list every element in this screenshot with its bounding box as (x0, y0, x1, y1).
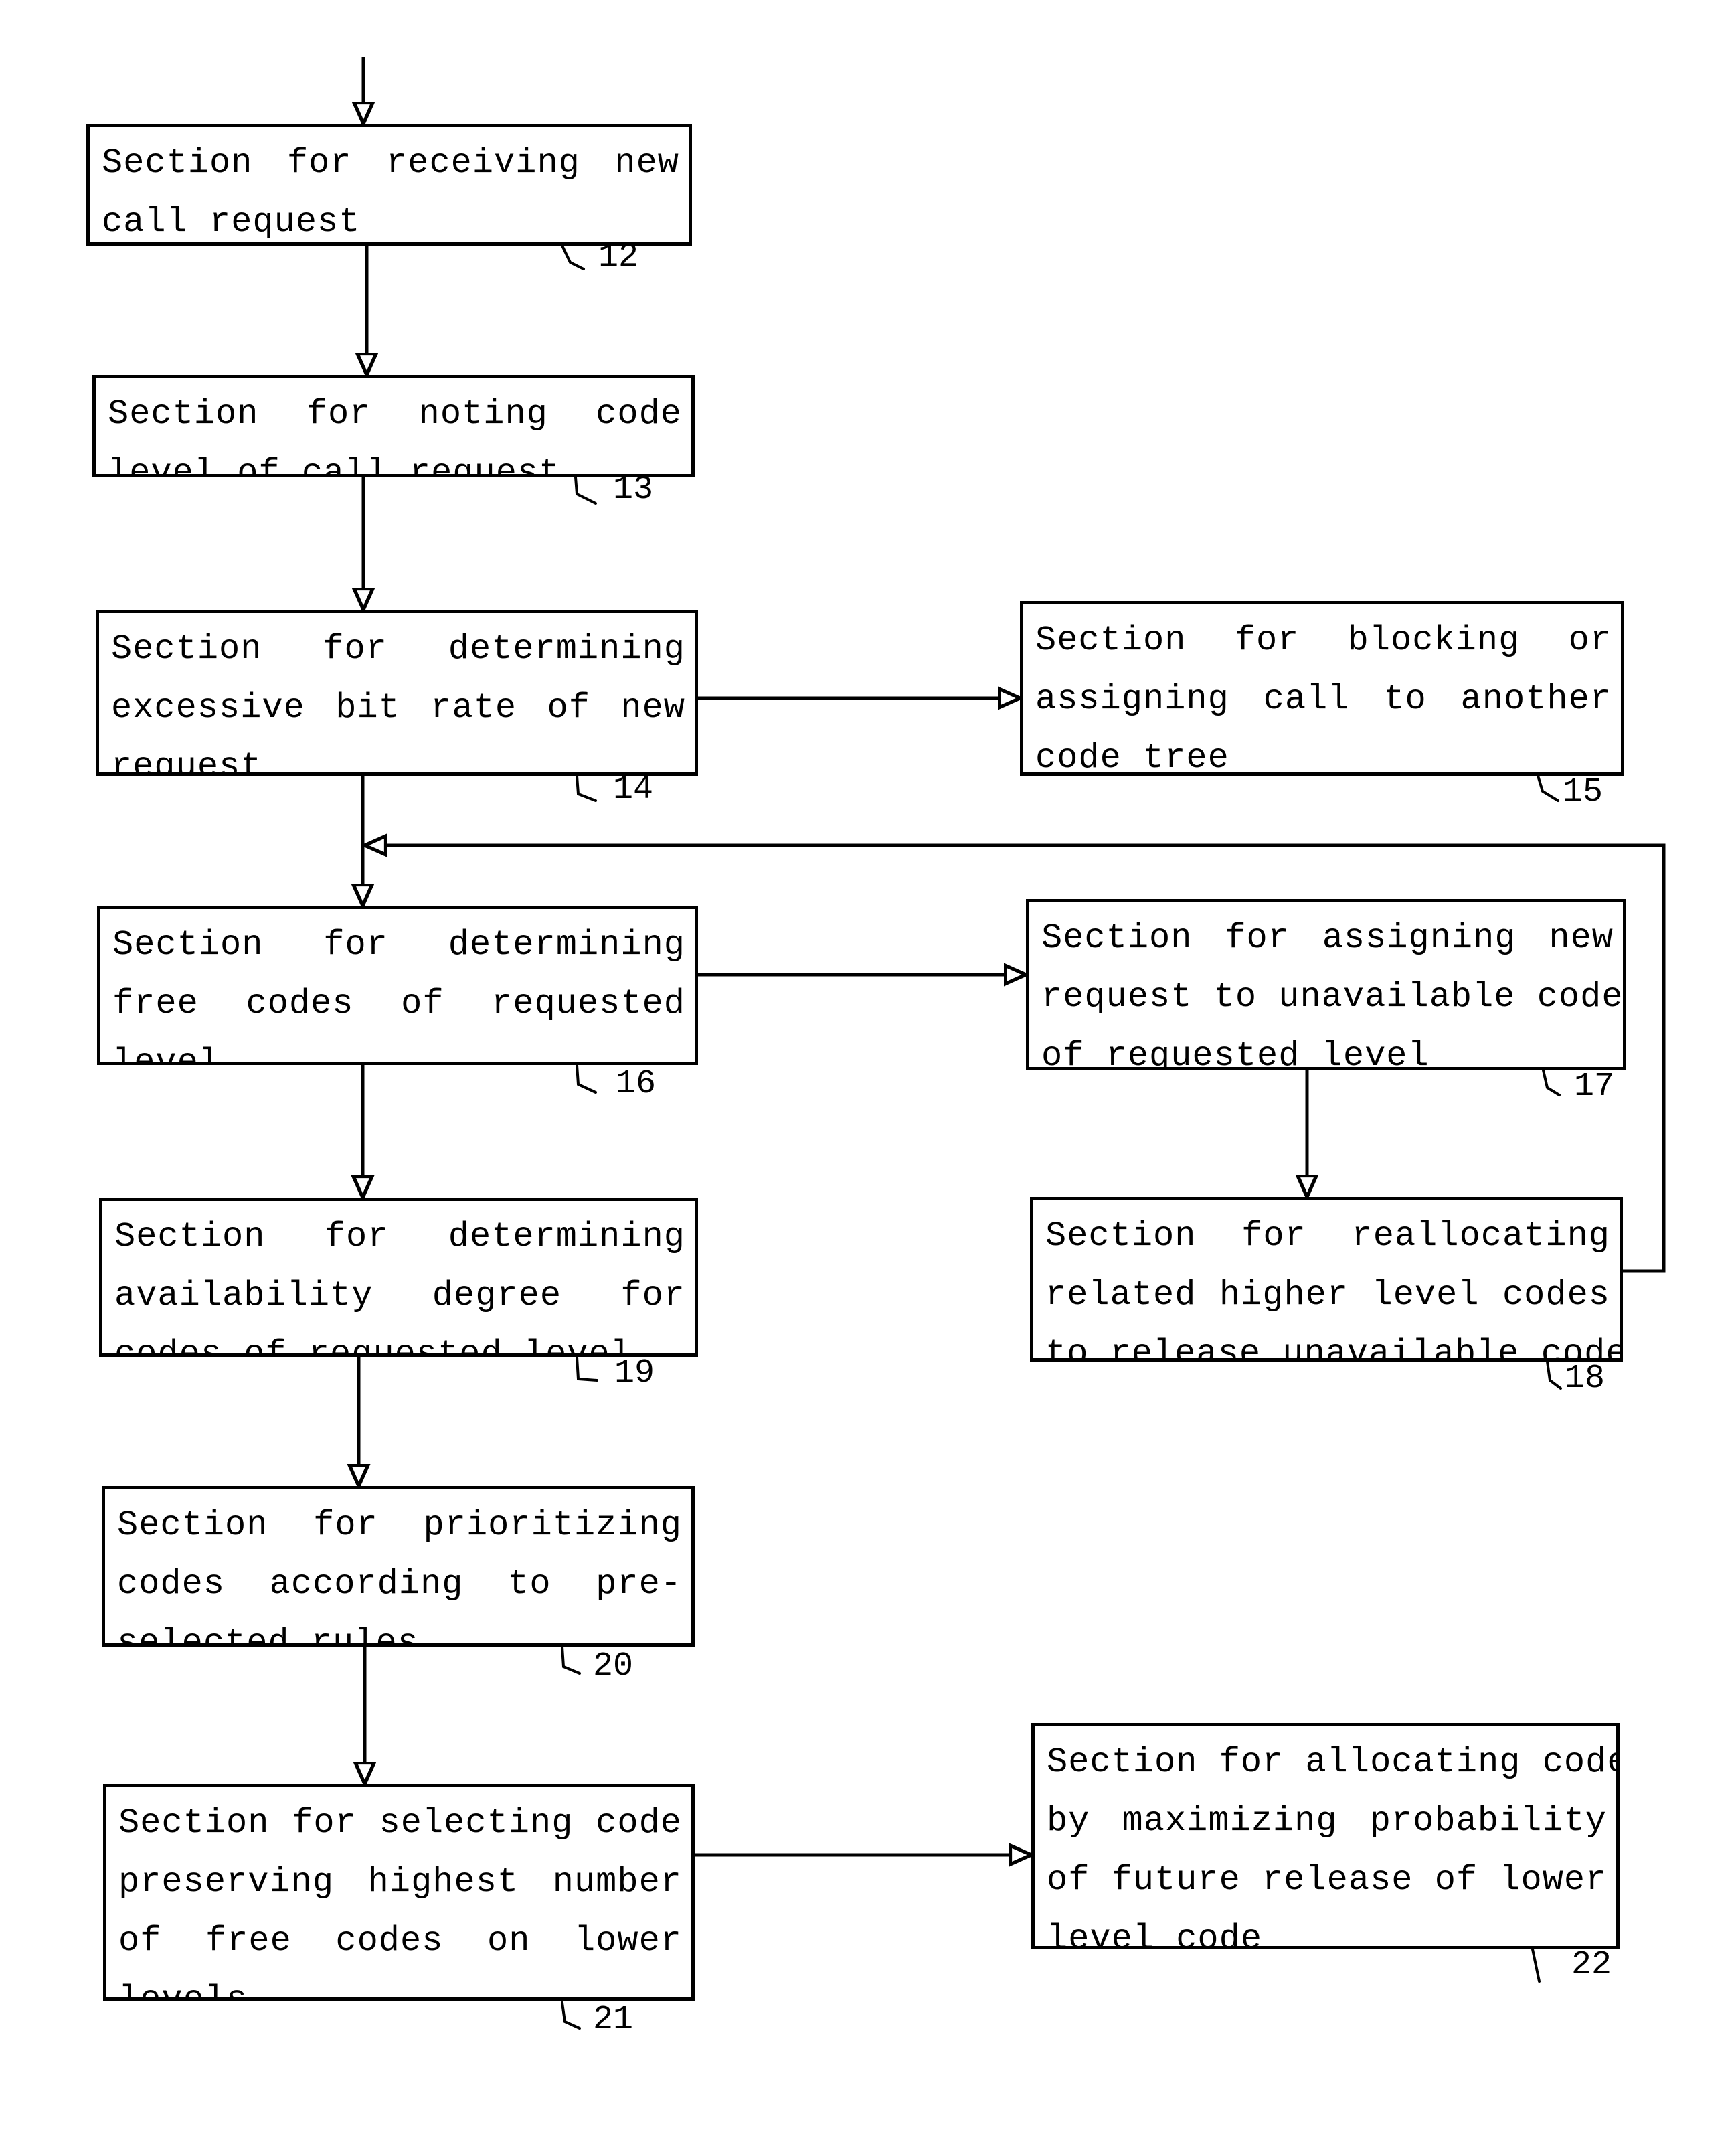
block-text-line: level code (1047, 1919, 1263, 1949)
block-20: Section for prioritizing codes according … (102, 1486, 695, 1647)
block-text-line: code tree (1035, 738, 1229, 776)
reference-numeral-17: 17 (1574, 1068, 1615, 1106)
block-text-line: excessive bit rate of new (111, 688, 685, 728)
reference-numeral-15: 15 (1563, 773, 1603, 811)
block-text-line: codes according to pre- (117, 1564, 682, 1604)
block-text-line: availability degree for (114, 1276, 685, 1315)
reference-numeral-22: 22 (1571, 1946, 1612, 1984)
block-15: Section for blocking or assigning call to… (1020, 601, 1624, 776)
leader-line-18 (1546, 1360, 1562, 1390)
leader-line-21 (561, 2001, 581, 2030)
leader-line-12 (561, 244, 585, 270)
block-text-line: of requested level (1041, 1036, 1429, 1070)
block-text-line: call request (102, 202, 361, 242)
block-12: Section for receiving new call request (86, 124, 692, 246)
block-text-line: selected rules (117, 1623, 419, 1647)
block-text-line: preserving highest number (118, 1862, 682, 1902)
leader-line-16 (576, 1064, 597, 1094)
leader-line-20 (561, 1645, 581, 1675)
block-text-line: Section for prioritizing (117, 1505, 682, 1545)
block-13: Section for noting code level of call req… (92, 375, 695, 477)
leader-line-15 (1537, 774, 1559, 802)
block-text-line: Section for assigning new (1041, 918, 1614, 958)
reference-numeral-18: 18 (1565, 1360, 1605, 1398)
block-text-line: Section for determining (112, 925, 685, 965)
block-text-line: Section for determining (111, 629, 685, 669)
block-text-line: levels (118, 1980, 248, 2001)
block-text-line: Section for selecting code (118, 1803, 682, 1843)
reference-numeral-19: 19 (614, 1354, 655, 1392)
block-19: Section for determining availability degr… (99, 1198, 698, 1357)
block-text-line: Section for receiving new (102, 143, 679, 183)
block-text-line: related higher level codes (1045, 1275, 1610, 1315)
block-16: Section for determining free codes of req… (97, 906, 698, 1065)
leader-line-19 (576, 1355, 598, 1382)
reference-numeral-13: 13 (613, 471, 654, 509)
block-text-line: of future release of lower (1047, 1860, 1608, 1900)
block-text-line: level (112, 1043, 221, 1065)
block-text-line: Section for allocating code (1047, 1742, 1620, 1782)
block-18: Section for reallocating related higher l… (1030, 1197, 1623, 1362)
block-text-line: codes of requested level (114, 1335, 632, 1357)
reference-numeral-14: 14 (613, 770, 654, 809)
leader-line-14 (576, 774, 597, 802)
leader-line-13 (574, 476, 597, 505)
block-text-line: Section for blocking or (1035, 621, 1612, 660)
block-text-line: Section for reallocating (1045, 1216, 1610, 1256)
block-14: Section for determining excessive bit rat… (96, 610, 698, 776)
reference-numeral-21: 21 (593, 2001, 634, 2039)
leader-line-17 (1542, 1069, 1561, 1096)
reference-numeral-12: 12 (598, 238, 639, 276)
block-text-line: Section for determining (114, 1217, 685, 1256)
block-17: Section for assigning new request to unav… (1026, 899, 1626, 1070)
block-text-line: request (111, 747, 262, 776)
block-22: Section for allocating code by maximizing… (1031, 1723, 1620, 1949)
block-21: Section for selecting code preserving hig… (103, 1784, 695, 2001)
block-text-line: level of call request (108, 453, 561, 477)
block-text-line: free codes of requested (112, 984, 685, 1023)
reference-numeral-16: 16 (616, 1065, 657, 1103)
block-text-line: to release unavailable code (1045, 1334, 1623, 1362)
block-text-line: request to unavailable code (1041, 977, 1624, 1017)
reference-numeral-20: 20 (593, 1647, 634, 1686)
leader-line-22 (1531, 1948, 1541, 1983)
block-text-line: by maximizing probability (1047, 1801, 1607, 1841)
block-text-line: of free codes on lower (118, 1921, 682, 1961)
block-text-line: Section for noting code (108, 394, 682, 434)
block-text-line: assigning call to another (1035, 679, 1612, 719)
